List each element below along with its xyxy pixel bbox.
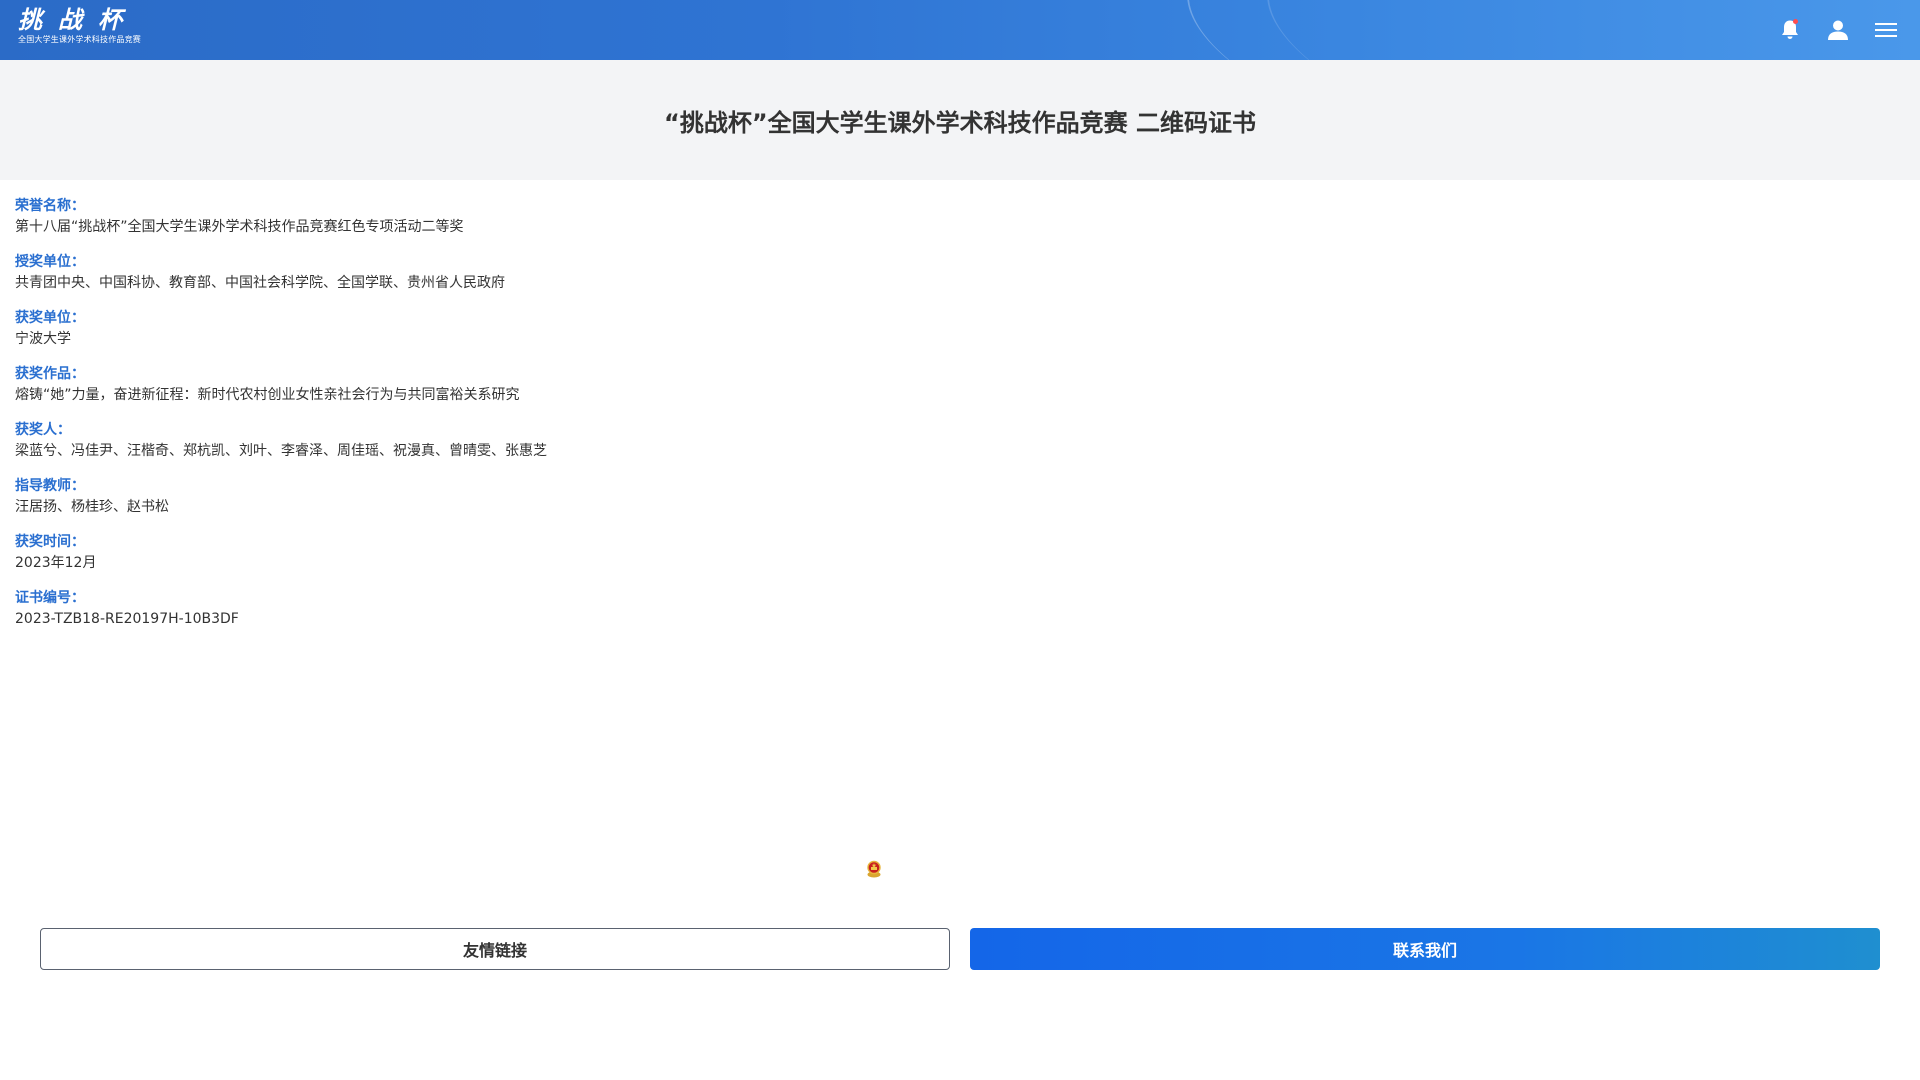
field-certificate-number: 证书编号： 2023-TZB18-RE20197H-10B3DF — [15, 588, 1895, 630]
field-value: 2023-TZB18-RE20197H-10B3DF — [15, 611, 239, 627]
contact-us-button[interactable]: 联系我们 — [970, 928, 1880, 970]
logo-sub-text: 全国大学生课外学术科技作品竞赛 — [18, 35, 141, 44]
field-label: 获奖单位： — [15, 310, 85, 326]
field-label: 获奖作品： — [15, 366, 85, 382]
field-label: 获奖人： — [15, 422, 71, 438]
field-label: 指导教师： — [15, 478, 85, 494]
title-band: “挑战杯”全国大学生课外学术科技作品竞赛 二维码证书 — [0, 60, 1920, 180]
friendly-links-button[interactable]: 友情链接 — [40, 928, 950, 970]
field-value: 第十八届“挑战杯”全国大学生课外学术科技作品竞赛红色专项活动二等奖 — [15, 219, 464, 235]
menu-icon — [1875, 23, 1897, 37]
certificate-details: 荣誉名称： 第十八届“挑战杯”全国大学生课外学术科技作品竞赛红色专项活动二等奖 … — [15, 196, 1895, 644]
notification-dot — [1793, 19, 1798, 24]
challenge-cup-logo[interactable]: 挑战杯 全国大学生课外学术科技作品竞赛 — [18, 6, 148, 52]
user-icon — [1828, 20, 1848, 40]
top-navigation-bar: 挑战杯 全国大学生课外学术科技作品竞赛 — [0, 0, 1920, 60]
field-value: 共青团中央、中国科协、教育部、中国社会科学院、全国学联、贵州省人民政府 — [15, 275, 505, 291]
field-value: 梁蓝兮、冯佳尹、汪楷奇、郑杭凯、刘叶、李睿泽、周佳瑶、祝漫真、曾晴雯、张惠芝 — [15, 443, 547, 459]
field-value: 宁波大学 — [15, 331, 71, 347]
field-winning-work: 获奖作品： 熔铸“她”力量，奋进新征程：新时代农村创业女性亲社会行为与共同富裕关… — [15, 364, 1895, 406]
field-label: 荣誉名称： — [15, 198, 85, 214]
field-value: 2023年12月 — [15, 555, 97, 571]
field-value: 熔铸“她”力量，奋进新征程：新时代农村创业女性亲社会行为与共同富裕关系研究 — [15, 387, 520, 403]
national-emblem-icon[interactable] — [866, 860, 882, 878]
field-advisors: 指导教师： 汪居扬、杨桂珍、赵书松 — [15, 476, 1895, 518]
logo-main-text: 挑战杯 — [18, 5, 138, 34]
field-winning-unit: 获奖单位： 宁波大学 — [15, 308, 1895, 350]
field-awarding-units: 授奖单位： 共青团中央、中国科协、教育部、中国社会科学院、全国学联、贵州省人民政… — [15, 252, 1895, 294]
menu-button[interactable] — [1870, 14, 1902, 46]
field-award-date: 获奖时间： 2023年12月 — [15, 532, 1895, 574]
notification-button[interactable] — [1774, 14, 1806, 46]
field-value: 汪居扬、杨桂珍、赵书松 — [15, 499, 169, 515]
field-label: 证书编号： — [15, 590, 85, 606]
field-label: 获奖时间： — [15, 534, 85, 550]
field-label: 授奖单位： — [15, 254, 85, 270]
page-title: “挑战杯”全国大学生课外学术科技作品竞赛 二维码证书 — [664, 108, 1256, 137]
field-winners: 获奖人： 梁蓝兮、冯佳尹、汪楷奇、郑杭凯、刘叶、李睿泽、周佳瑶、祝漫真、曾晴雯、… — [15, 420, 1895, 462]
decorative-sweep — [1244, 0, 1638, 60]
user-profile-button[interactable] — [1822, 14, 1854, 46]
field-honor-name: 荣誉名称： 第十八届“挑战杯”全国大学生课外学术科技作品竞赛红色专项活动二等奖 — [15, 196, 1895, 238]
footer-buttons: 友情链接 联系我们 — [40, 928, 1880, 970]
header-actions — [1758, 14, 1902, 46]
